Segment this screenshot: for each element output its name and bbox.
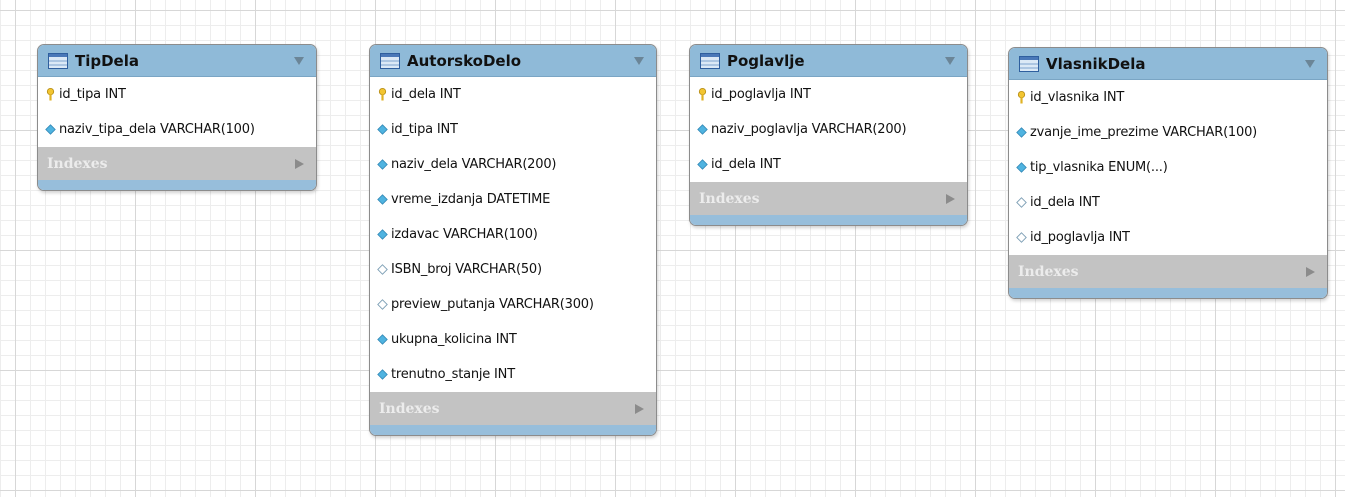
column-label: id_poglavlja INT — [711, 87, 811, 102]
expand-icon[interactable] — [635, 403, 644, 414]
collapse-icon[interactable] — [634, 56, 644, 65]
key-icon — [46, 88, 55, 101]
indexes-label: Indexes — [1018, 263, 1079, 280]
column-row[interactable]: tip_vlasnika ENUM(...) — [1009, 150, 1327, 185]
indexes-bar[interactable]: Indexes — [690, 182, 967, 215]
column-row[interactable]: id_tipa INT — [38, 77, 316, 112]
column-row[interactable]: trenutno_stanje INT — [370, 357, 656, 392]
column-label: id_tipa INT — [59, 87, 126, 102]
key-icon — [698, 88, 707, 101]
entity-footer — [1009, 288, 1327, 298]
collapse-icon[interactable] — [1305, 59, 1315, 68]
column-label: ISBN_broj VARCHAR(50) — [391, 262, 542, 277]
indexes-bar[interactable]: Indexes — [38, 147, 316, 180]
column-row[interactable]: id_poglavlja INT — [1009, 220, 1327, 255]
entity-vlasnikdela[interactable]: VlasnikDela id_vlasnika INT zvanje_ime_p… — [1008, 47, 1328, 299]
entity-autorskodelo[interactable]: AutorskoDelo id_dela INT id_tipa INT naz… — [369, 44, 657, 436]
entity-header[interactable]: TipDela — [38, 45, 316, 77]
column-row[interactable]: izdavac VARCHAR(100) — [370, 217, 656, 252]
column-label: vreme_izdanja DATETIME — [391, 192, 551, 207]
filled-diamond-icon — [1016, 162, 1027, 173]
column-label: zvanje_ime_prezime VARCHAR(100) — [1030, 125, 1258, 140]
column-row[interactable]: id_dela INT — [1009, 185, 1327, 220]
column-row[interactable]: vreme_izdanja DATETIME — [370, 182, 656, 217]
entity-title: TipDela — [75, 51, 139, 70]
table-icon — [48, 52, 68, 69]
column-row[interactable]: id_dela INT — [370, 77, 656, 112]
column-label: naziv_dela VARCHAR(200) — [391, 157, 557, 172]
entity-footer — [370, 425, 656, 435]
filled-diamond-icon — [377, 159, 388, 170]
column-label: izdavac VARCHAR(100) — [391, 227, 538, 242]
column-row[interactable]: naziv_poglavlja VARCHAR(200) — [690, 112, 967, 147]
hollow-diamond-icon — [1016, 232, 1027, 243]
column-row[interactable]: id_poglavlja INT — [690, 77, 967, 112]
indexes-bar[interactable]: Indexes — [1009, 255, 1327, 288]
indexes-label: Indexes — [379, 400, 440, 417]
column-label: preview_putanja VARCHAR(300) — [391, 297, 594, 312]
filled-diamond-icon — [377, 334, 388, 345]
hollow-diamond-icon — [377, 264, 388, 275]
key-icon — [1017, 91, 1026, 104]
column-label: ukupna_kolicina INT — [391, 332, 517, 347]
filled-diamond-icon — [377, 124, 388, 135]
indexes-label: Indexes — [699, 190, 760, 207]
entity-footer — [690, 215, 967, 225]
entity-poglavlje[interactable]: Poglavlje id_poglavlja INT naziv_poglavl… — [689, 44, 968, 226]
column-row[interactable]: ISBN_broj VARCHAR(50) — [370, 252, 656, 287]
table-icon — [380, 52, 400, 69]
column-list: id_poglavlja INT naziv_poglavlja VARCHAR… — [690, 77, 967, 182]
column-label: naziv_tipa_dela VARCHAR(100) — [59, 122, 255, 137]
column-list: id_vlasnika INT zvanje_ime_prezime VARCH… — [1009, 80, 1327, 255]
entity-footer — [38, 180, 316, 190]
column-label: naziv_poglavlja VARCHAR(200) — [711, 122, 907, 137]
entity-header[interactable]: VlasnikDela — [1009, 48, 1327, 80]
filled-diamond-icon — [697, 159, 708, 170]
hollow-diamond-icon — [1016, 197, 1027, 208]
column-label: trenutno_stanje INT — [391, 367, 515, 382]
table-icon — [700, 52, 720, 69]
entity-title: AutorskoDelo — [407, 51, 522, 70]
filled-diamond-icon — [1016, 127, 1027, 138]
entity-tipdela[interactable]: TipDela id_tipa INT naziv_tipa_dela VARC… — [37, 44, 317, 191]
key-icon — [378, 88, 387, 101]
entity-header[interactable]: AutorskoDelo — [370, 45, 656, 77]
column-label: tip_vlasnika ENUM(...) — [1030, 160, 1168, 175]
column-label: id_poglavlja INT — [1030, 230, 1130, 245]
indexes-label: Indexes — [47, 155, 108, 172]
table-icon — [1019, 55, 1039, 72]
column-label: id_tipa INT — [391, 122, 458, 137]
column-row[interactable]: id_dela INT — [690, 147, 967, 182]
column-label: id_vlasnika INT — [1030, 90, 1125, 105]
column-label: id_dela INT — [1030, 195, 1100, 210]
collapse-icon[interactable] — [294, 56, 304, 65]
column-row[interactable]: ukupna_kolicina INT — [370, 322, 656, 357]
entity-header[interactable]: Poglavlje — [690, 45, 967, 77]
entity-title: Poglavlje — [727, 51, 805, 70]
column-row[interactable]: preview_putanja VARCHAR(300) — [370, 287, 656, 322]
column-list: id_dela INT id_tipa INT naziv_dela VARCH… — [370, 77, 656, 392]
column-row[interactable]: zvanje_ime_prezime VARCHAR(100) — [1009, 115, 1327, 150]
expand-icon[interactable] — [1306, 266, 1315, 277]
expand-icon[interactable] — [295, 158, 304, 169]
collapse-icon[interactable] — [945, 56, 955, 65]
hollow-diamond-icon — [377, 299, 388, 310]
diagram-canvas: TipDela id_tipa INT naziv_tipa_dela VARC… — [0, 0, 1345, 497]
column-label: id_dela INT — [391, 87, 461, 102]
column-row[interactable]: id_tipa INT — [370, 112, 656, 147]
filled-diamond-icon — [377, 229, 388, 240]
column-list: id_tipa INT naziv_tipa_dela VARCHAR(100) — [38, 77, 316, 147]
column-row[interactable]: naziv_dela VARCHAR(200) — [370, 147, 656, 182]
column-row[interactable]: naziv_tipa_dela VARCHAR(100) — [38, 112, 316, 147]
column-label: id_dela INT — [711, 157, 781, 172]
entity-title: VlasnikDela — [1046, 54, 1146, 73]
filled-diamond-icon — [697, 124, 708, 135]
expand-icon[interactable] — [946, 193, 955, 204]
column-row[interactable]: id_vlasnika INT — [1009, 80, 1327, 115]
filled-diamond-icon — [377, 194, 388, 205]
indexes-bar[interactable]: Indexes — [370, 392, 656, 425]
filled-diamond-icon — [377, 369, 388, 380]
filled-diamond-icon — [45, 124, 56, 135]
